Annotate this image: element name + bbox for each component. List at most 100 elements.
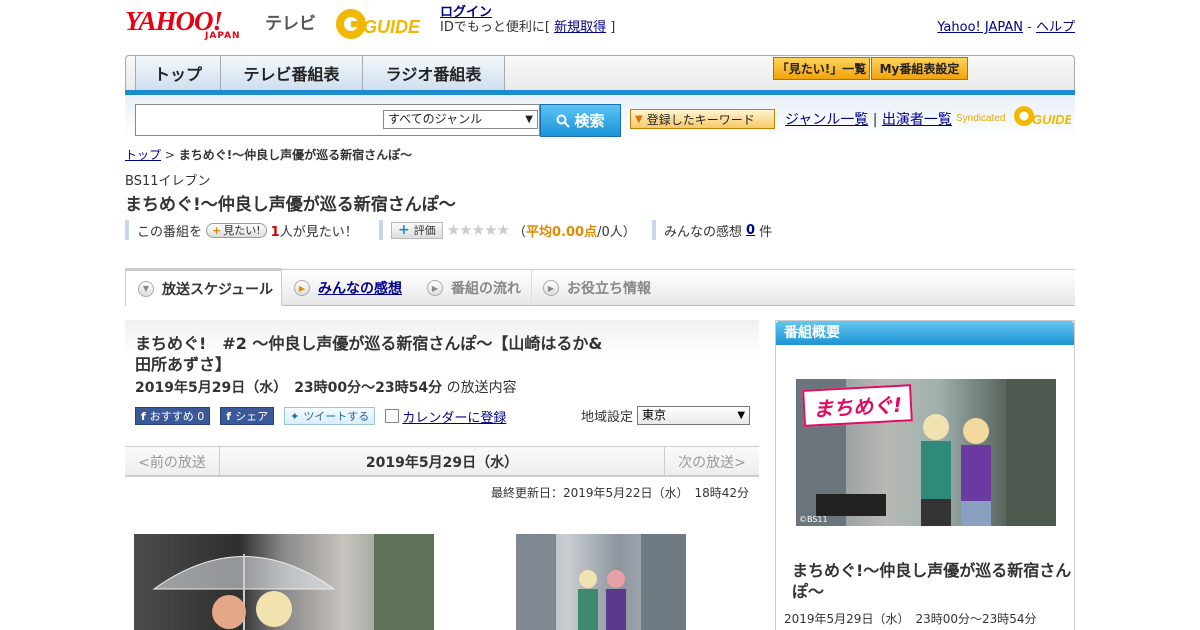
impressions-count-link[interactable]: 0 bbox=[746, 223, 755, 238]
genre-select-value: すべてのジャンル bbox=[388, 112, 483, 126]
page-title: まちめぐ!～仲良し声優が巡る新宿さんぽ～ bbox=[125, 195, 456, 215]
cast-list-link[interactable]: 出演者一覧 bbox=[882, 112, 952, 128]
episode-photo-1 bbox=[134, 534, 434, 630]
plus-icon: + bbox=[212, 223, 222, 237]
login-sub-prefix: IDでもっと便利に[ bbox=[440, 20, 555, 35]
mitai-button-label: 見たい! bbox=[223, 224, 261, 237]
region-label: 地域設定 bbox=[581, 410, 634, 425]
breadcrumb-sep: > bbox=[161, 148, 179, 162]
tab-flow[interactable]: ▶ 番組の流れ bbox=[415, 270, 532, 306]
facebook-recommend-button[interactable]: f おすすめ 0 bbox=[135, 407, 211, 425]
chevron-right-icon: ▶ bbox=[294, 280, 310, 296]
tweet-label: ツイートする bbox=[303, 410, 370, 423]
syndicated-gguide-icon: Syndicated GUIDE bbox=[956, 106, 1074, 127]
registered-keyword-button[interactable]: ▼ 登録したキーワード bbox=[630, 109, 775, 129]
program-actions: この番組を + 見たい! 1人が見たい！ + 評価 ★★★★★ （平均0.00点/0… bbox=[125, 220, 825, 242]
channel-name: BS11イレブン bbox=[125, 174, 211, 189]
links-divider: | bbox=[872, 112, 878, 128]
image-copyright: ©BS11 bbox=[799, 515, 828, 524]
umbrella-photo-illustration bbox=[152, 534, 434, 630]
program-summary-title: まちめぐ!～仲良し声優が巡る新宿さんぽ～ bbox=[792, 561, 1072, 601]
chevron-down-icon: ▼ bbox=[138, 280, 154, 297]
header-links: Yahoo! JAPAN - ヘルプ bbox=[937, 16, 1075, 35]
gguide-logo[interactable]: GUIDE bbox=[333, 5, 433, 43]
page: YAHOO! JAPAN テレビ GUIDE ログイン IDでもっと便利に[ 新… bbox=[125, 0, 1075, 630]
tab-schedule-label: 放送スケジュール bbox=[162, 281, 274, 298]
last-updated: 最終更新日：2019年5月22日（水） 18時42分 bbox=[491, 486, 749, 500]
region-select[interactable]: 東京 ▼ bbox=[637, 406, 751, 425]
header-separator: - bbox=[1023, 20, 1036, 35]
impressions-suffix: 件 bbox=[759, 224, 773, 240]
tv-logo[interactable]: テレビ bbox=[265, 9, 316, 34]
impressions-label: みんなの感想 bbox=[664, 224, 743, 240]
tab-flow-label: 番組の流れ bbox=[451, 281, 521, 297]
nav-tab-tv-schedule[interactable]: テレビ番組表 bbox=[220, 56, 363, 90]
facebook-icon: f bbox=[141, 409, 146, 423]
episode-date-time: 2019年5月29日（水） 23時00分～23時54分 bbox=[135, 380, 443, 396]
this-program-label: この番組を bbox=[137, 224, 203, 240]
breadcrumb-current: まちめぐ!～仲良し声優が巡る新宿さんぽ～ bbox=[178, 148, 413, 162]
episode-title: まちめぐ! #2 ～仲良し声優が巡る新宿さんぽ～【山崎はるか&田所あずさ】 bbox=[135, 334, 603, 374]
prev-broadcast-button[interactable]: <前の放送 bbox=[125, 447, 220, 476]
machimegu-logo: まちめぐ! bbox=[802, 384, 914, 427]
help-link[interactable]: ヘルプ bbox=[1036, 20, 1075, 35]
chevron-down-icon: ▼ bbox=[525, 114, 533, 125]
tab-info[interactable]: ▶ お役立ち情報 bbox=[531, 270, 691, 306]
calendar-icon bbox=[385, 409, 400, 423]
chevron-down-icon: ▼ bbox=[737, 410, 746, 421]
program-summary-panel: 番組概要 まちめぐ! ©BS11 まちめぐ!～仲良し声優が巡る新宿さんぽ～ 20… bbox=[775, 320, 1075, 630]
search-button-label: 検索 bbox=[574, 112, 605, 130]
login-box: ログイン IDでもっと便利に[ 新規取得 ] bbox=[440, 5, 615, 35]
calendar-register-link[interactable]: カレンダーに登録 bbox=[385, 407, 506, 426]
mitai-count: 1 bbox=[270, 224, 280, 240]
impressions-segment: みんなの感想 0件 bbox=[652, 220, 772, 240]
rating-button[interactable]: + 評価 bbox=[391, 221, 443, 239]
episode-header: まちめぐ! #2 ～仲良し声優が巡る新宿さんぽ～【山崎はるか&田所あずさ】 20… bbox=[125, 320, 759, 436]
calendar-label: カレンダーに登録 bbox=[402, 410, 507, 426]
registered-keyword-label: 登録したキーワード bbox=[646, 112, 755, 127]
tweet-button[interactable]: ✦ ツイートする bbox=[284, 407, 376, 425]
my-schedule-button[interactable]: My番組表設定 bbox=[871, 57, 968, 80]
current-broadcast-date: 2019年5月29日（水） bbox=[365, 454, 519, 471]
rating-segment: + 評価 ★★★★★ （平均0.00点/0人） bbox=[379, 220, 636, 240]
nav-tab-top[interactable]: トップ bbox=[135, 56, 221, 90]
login-link[interactable]: ログイン bbox=[440, 5, 492, 20]
main-nav: トップ テレビ番組表 ラジオ番組表 「見たい!」一覧 My番組表設定 bbox=[125, 55, 1075, 91]
search-button[interactable]: 検索 bbox=[540, 104, 621, 137]
search-bar: すべてのジャンル ▼ 検索 ▼ 登録したキーワード ジャンル一覧 | 出演者一覧… bbox=[125, 95, 1075, 138]
yahoo-japan-link[interactable]: Yahoo! JAPAN bbox=[937, 20, 1023, 35]
mitai-button[interactable]: + 見たい! bbox=[206, 222, 267, 238]
breadcrumb-top-link[interactable]: トップ bbox=[125, 148, 161, 162]
triangle-down-icon: ▼ bbox=[635, 113, 643, 125]
next-broadcast-button[interactable]: 次の放送> bbox=[664, 447, 759, 476]
signup-link[interactable]: 新規取得 bbox=[554, 20, 606, 35]
program-tabs: ▼ 放送スケジュール ▶ みんなの感想 ▶ 番組の流れ ▶ お役立ち情報 bbox=[125, 268, 1075, 306]
svg-text:Syndicated: Syndicated bbox=[956, 113, 1005, 124]
mitai-list-button[interactable]: 「見たい!」一覧 bbox=[773, 57, 870, 80]
genre-list-link[interactable]: ジャンル一覧 bbox=[785, 112, 868, 128]
chevron-right-icon: ▶ bbox=[543, 280, 559, 296]
facebook-share-button[interactable]: f シェア bbox=[220, 407, 275, 425]
nav-tab-radio-schedule[interactable]: ラジオ番組表 bbox=[362, 56, 505, 90]
region-setting: 地域設定 東京 ▼ bbox=[581, 406, 751, 425]
genre-select[interactable]: すべてのジャンル ▼ bbox=[383, 110, 538, 129]
avg-rating: 平均0.00点 bbox=[526, 224, 598, 240]
facebook-recommend-label: おすすめ 0 bbox=[149, 410, 205, 423]
plus-icon: + bbox=[398, 222, 410, 238]
social-buttons: f おすすめ 0 f シェア ✦ ツイートする カレンダーに登録 bbox=[135, 406, 506, 426]
yahoo-japan-sublogo: JAPAN bbox=[205, 31, 241, 41]
login-sub-suffix: ] bbox=[606, 20, 616, 35]
star-rating-icon: ★★★★★ bbox=[446, 221, 510, 239]
street-photo-illustration bbox=[516, 534, 686, 630]
twitter-bird-icon: ✦ bbox=[290, 409, 300, 423]
rating-button-label: 評価 bbox=[413, 224, 436, 237]
tab-impressions-label: みんなの感想 bbox=[318, 281, 402, 297]
program-summary-image: まちめぐ! ©BS11 bbox=[796, 379, 1056, 526]
episode-photo-2 bbox=[516, 534, 686, 630]
facebook-share-label: シェア bbox=[235, 410, 269, 423]
search-links: ジャンル一覧 | 出演者一覧 bbox=[785, 109, 952, 129]
search-icon bbox=[556, 114, 571, 128]
tab-schedule[interactable]: ▼ 放送スケジュール bbox=[125, 268, 282, 306]
episode-date: 2019年5月29日（水） 23時00分～23時54分 の放送内容 bbox=[135, 377, 517, 397]
site-header: YAHOO! JAPAN テレビ GUIDE ログイン IDでもっと便利に[ 新… bbox=[125, 0, 1075, 50]
